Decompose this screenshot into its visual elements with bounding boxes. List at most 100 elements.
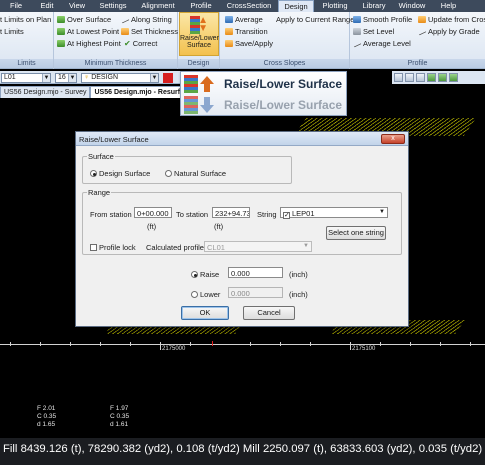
view-toolbar	[392, 71, 485, 84]
to-station-unit: (ft)	[214, 222, 224, 231]
set-level-button[interactable]: Set Level	[353, 27, 394, 36]
select-one-string-button[interactable]: Select one string	[326, 226, 386, 240]
menu-library[interactable]: Library	[356, 0, 392, 12]
raise-unit: (inch)	[289, 270, 308, 279]
menu-help[interactable]: Help	[432, 0, 465, 12]
to-station-input[interactable]: 232+94.73	[212, 207, 250, 218]
calculated-profile-value: CL01	[207, 243, 225, 252]
checkbox-empty-icon	[90, 244, 97, 251]
tab-survey[interactable]: US56 Design.mjo - Survey	[0, 86, 91, 98]
number-combo-value: 16	[58, 74, 66, 81]
surface-combo[interactable]: ♀ DESIGN ▼	[81, 73, 159, 83]
apply-by-grade-label: Apply by Grade	[428, 27, 480, 36]
menu-profile[interactable]: Profile	[182, 0, 220, 12]
string-select[interactable]: ✓ LEP01 ▼	[280, 207, 388, 219]
limits-on-plan-button[interactable]: t Limits on Plan	[0, 15, 51, 24]
apply-current-range-button[interactable]: Apply to Current Range	[276, 15, 354, 24]
raise-lower-dialog: Raise/Lower Surface x Surface Design Sur…	[75, 131, 409, 327]
depth-value-right: d 1.61	[110, 421, 129, 428]
menu-edit[interactable]: Edit	[32, 0, 62, 12]
smooth-profile-button[interactable]: Smooth Profile	[353, 15, 412, 24]
natural-surface-radio[interactable]: Natural Surface	[165, 169, 226, 178]
save-apply-icon	[225, 40, 233, 47]
calculated-profile-label: Calculated profile	[146, 243, 204, 252]
average-label: Average	[235, 15, 263, 24]
string-checkbox[interactable]: ✓	[283, 212, 290, 219]
lower-unit: (inch)	[289, 290, 308, 299]
raise-input[interactable]: 0.000	[228, 267, 283, 278]
at-highest-point-button[interactable]: At Highest Point	[57, 39, 121, 48]
ok-button[interactable]: OK	[181, 306, 229, 320]
cancel-button[interactable]: Cancel	[243, 306, 295, 320]
limits-button[interactable]: t Limits	[0, 27, 24, 36]
dialog-titlebar[interactable]: Raise/Lower Surface x	[76, 132, 408, 146]
profile-lock-checkbox[interactable]: Profile lock	[90, 243, 136, 252]
set-thickness-icon	[121, 28, 129, 35]
apply-by-grade-button[interactable]: Apply by Grade	[417, 27, 480, 36]
menu-plotting[interactable]: Plotting	[314, 0, 356, 12]
tooltip-row-lower[interactable]: Raise/Lower Surface	[184, 95, 342, 115]
grid-icon[interactable]	[394, 73, 403, 82]
close-button[interactable]: x	[381, 134, 405, 144]
at-highest-point-label: At Highest Point	[67, 39, 121, 48]
ribbon-group-profile: Smooth Profile Update from Cross Set Lev…	[350, 12, 485, 69]
section-values-right: F 1.97 C 0.35 d 1.61	[110, 405, 129, 429]
radio-selected-icon	[191, 271, 198, 278]
average-level-button[interactable]: Average Level	[352, 39, 411, 48]
update-from-cross-button[interactable]: Update from Cross	[418, 15, 485, 24]
station-label: 2175100	[352, 346, 376, 352]
string-combo[interactable]: L01 ▼	[1, 73, 51, 83]
save-apply-button[interactable]: Save/Apply	[225, 39, 273, 48]
calculated-profile-select[interactable]: CL01 ▼	[204, 241, 312, 252]
grid-icon[interactable]	[416, 73, 425, 82]
raise-radio[interactable]: Raise	[191, 270, 219, 279]
checkmark-icon: ✔	[124, 39, 131, 48]
dialog-title: Raise/Lower Surface	[79, 135, 149, 144]
correct-button[interactable]: ✔ Correct	[124, 39, 157, 48]
menu-design[interactable]: Design	[278, 0, 314, 12]
section-values-left: F 2.01 C 0.35 d 1.65	[37, 405, 56, 429]
correct-label: Correct	[132, 39, 158, 48]
string-combo-value: L01	[4, 74, 16, 81]
from-station-unit: (ft)	[147, 222, 157, 231]
axis-tick	[40, 342, 41, 346]
over-surface-button[interactable]: Over Surface	[57, 15, 111, 24]
axis-tick	[410, 342, 411, 346]
color-swatch-icon[interactable]	[163, 73, 173, 83]
string-select-value: LEP01	[292, 209, 315, 218]
from-station-input[interactable]: 0+00.000	[134, 207, 172, 218]
menu-file[interactable]: File	[0, 0, 32, 12]
raise-lower-surface-button[interactable]: ▲ ▼ Raise/Lower Surface	[179, 12, 219, 56]
axis-tick	[380, 342, 381, 346]
range-legend: Range	[88, 188, 111, 197]
status-text: Fill 8439.126 (t), 78290.382 (yd2), 0.10…	[3, 443, 483, 455]
surface-combo-value: DESIGN	[91, 74, 119, 81]
transition-label: Transition	[235, 27, 268, 36]
at-lowest-point-button[interactable]: At Lowest Point	[57, 27, 119, 36]
set-thickness-button[interactable]: Set Thickness	[121, 27, 178, 36]
menu-crosssection[interactable]: CrossSection	[220, 0, 278, 12]
menu-alignment[interactable]: Alignment	[134, 0, 182, 12]
raise-lower-tooltip: Raise/Lower Surface Raise/Lower Surface	[180, 71, 347, 116]
transition-button[interactable]: Transition	[225, 27, 268, 36]
axis-tick	[190, 342, 191, 346]
layout-icon[interactable]	[427, 73, 436, 82]
design-surface-radio[interactable]: Design Surface	[90, 169, 150, 178]
lower-input[interactable]: 0.000	[228, 287, 283, 298]
update-from-cross-label: Update from Cross	[428, 15, 485, 24]
menu-view[interactable]: View	[62, 0, 92, 12]
grid-icon[interactable]	[405, 73, 414, 82]
tooltip-row-raise[interactable]: Raise/Lower Surface	[184, 74, 342, 94]
layout-icon[interactable]	[449, 73, 458, 82]
menu-settings[interactable]: Settings	[92, 0, 134, 12]
number-combo[interactable]: 16 ▼	[55, 73, 77, 83]
over-surface-icon	[57, 16, 65, 23]
layout-icon[interactable]	[438, 73, 447, 82]
along-string-button[interactable]: Along String	[120, 15, 172, 24]
menu-window[interactable]: Window	[392, 0, 432, 12]
axis-tick	[100, 342, 101, 346]
average-button[interactable]: Average	[225, 15, 263, 24]
lower-radio[interactable]: Lower	[191, 290, 220, 299]
raise-label: Raise	[200, 270, 220, 279]
natural-surface-label: Natural Surface	[174, 169, 227, 178]
